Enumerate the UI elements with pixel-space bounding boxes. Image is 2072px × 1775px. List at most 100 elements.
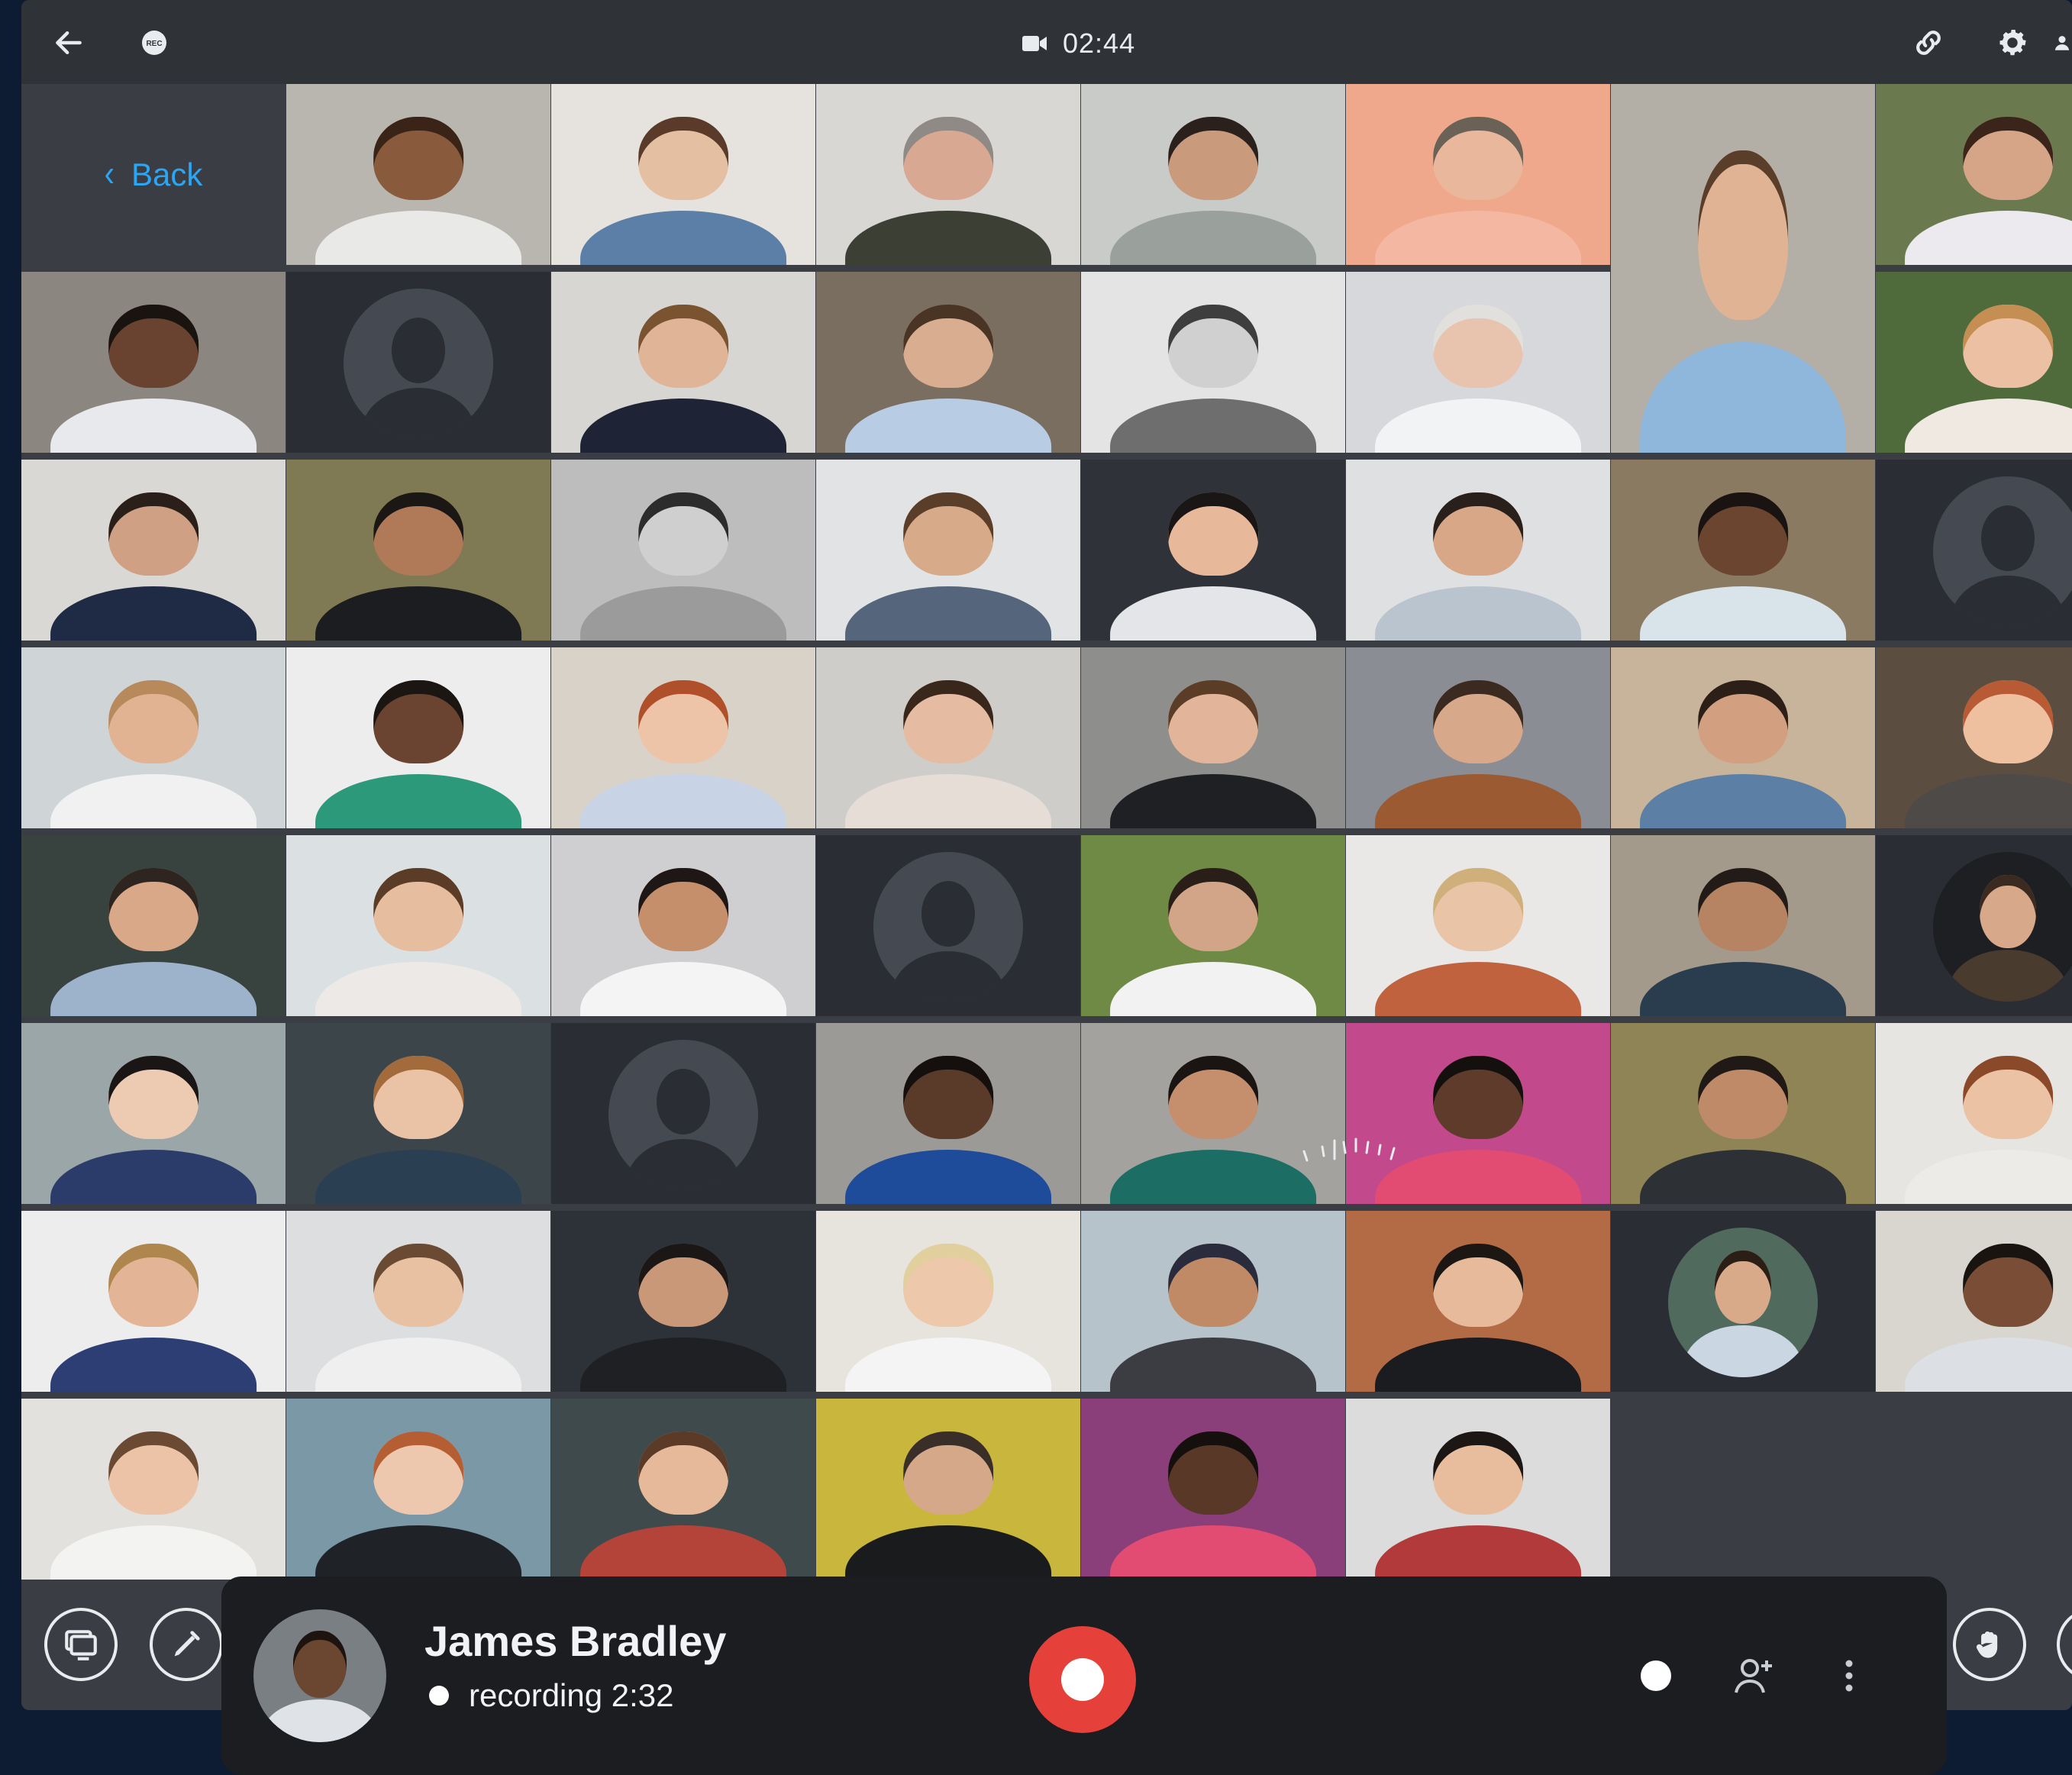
participant-grid: ‹ Back: [21, 84, 2072, 1580]
participant-video-tile[interactable]: [1346, 1211, 1610, 1392]
participant-video-tile[interactable]: [286, 1399, 550, 1580]
back-label: Back: [131, 156, 203, 192]
participant-video-tile[interactable]: [1346, 272, 1610, 453]
participant-video-tile[interactable]: [21, 272, 286, 453]
participant-video-tile[interactable]: [1346, 460, 1610, 641]
user-icon: [2054, 36, 2070, 50]
back-button[interactable]: ‹ Back: [21, 84, 286, 265]
participant-video-tile[interactable]: [21, 835, 286, 1016]
participant-video-tile[interactable]: [816, 1023, 1080, 1204]
participant-video-tile[interactable]: [1081, 835, 1345, 1016]
participant-tile-no-video[interactable]: [286, 272, 550, 453]
participant-video-tile[interactable]: [1081, 647, 1345, 828]
participant-video-tile[interactable]: [1611, 647, 1875, 828]
rec-indicator: REC: [133, 21, 176, 64]
participant-video-tile[interactable]: [1081, 1399, 1345, 1580]
participant-tile-avatar[interactable]: [1611, 1211, 1875, 1392]
participant-video-tile[interactable]: [551, 272, 815, 453]
participant-video-tile[interactable]: [286, 84, 550, 265]
record-icon: [1061, 1658, 1104, 1701]
gear-icon: [1999, 29, 2026, 56]
participant-video-tile[interactable]: [1876, 1211, 2072, 1392]
record-button[interactable]: [1029, 1626, 1136, 1733]
video-call-app: REC 02:44 ‹ Back: [21, 0, 2072, 1710]
participant-video-tile[interactable]: [816, 460, 1080, 641]
participant-tile-avatar[interactable]: [1876, 835, 2072, 1016]
participant-video-tile[interactable]: [1346, 647, 1610, 828]
participant-video-tile[interactable]: [1611, 835, 1875, 1016]
participant-video-tile[interactable]: [1081, 272, 1345, 453]
participant-video-tile[interactable]: [1611, 84, 1875, 453]
screen-share-icon: [65, 1630, 97, 1660]
copy-link-button[interactable]: [1907, 21, 1950, 64]
add-user-button[interactable]: [1732, 1656, 1777, 1696]
participant-video-tile[interactable]: [816, 1211, 1080, 1392]
dot-button[interactable]: [1636, 1656, 1676, 1696]
top-bar: REC 02:44: [21, 0, 2072, 84]
arrow-left-icon: [56, 31, 82, 55]
participant-video-tile[interactable]: [21, 1399, 286, 1580]
participant-video-tile[interactable]: [286, 460, 550, 641]
participant-video-tile[interactable]: [1081, 1023, 1345, 1204]
call-timer: 02:44: [1021, 23, 1135, 64]
participant-video-tile[interactable]: [1081, 460, 1345, 641]
participant-video-tile[interactable]: [816, 272, 1080, 453]
participant-tile-no-video[interactable]: [816, 835, 1080, 1016]
recording-status: recording 2:32: [429, 1677, 674, 1714]
participant-video-tile[interactable]: [551, 835, 815, 1016]
participant-video-tile[interactable]: [21, 1023, 286, 1204]
participant-tile-no-video[interactable]: [1876, 460, 2072, 641]
participant-video-tile[interactable]: [1346, 1399, 1610, 1580]
participant-video-tile[interactable]: [1876, 272, 2072, 453]
participant-video-tile[interactable]: [286, 835, 550, 1016]
participant-video-tile[interactable]: [551, 84, 815, 265]
annotate-button[interactable]: [150, 1608, 223, 1681]
participant-video-tile[interactable]: [286, 1211, 550, 1392]
recorder-name: James Bradley: [424, 1617, 727, 1665]
pen-icon: [174, 1631, 200, 1657]
participant-video-tile[interactable]: [1876, 1023, 2072, 1204]
participant-video-tile[interactable]: [816, 647, 1080, 828]
participant-video-tile[interactable]: [1346, 1023, 1610, 1204]
participant-video-tile[interactable]: [286, 647, 550, 828]
rec-badge-text: REC: [146, 40, 162, 48]
participant-video-tile[interactable]: [1611, 1023, 1875, 1204]
participant-video-tile[interactable]: [1876, 84, 2072, 265]
chat-button[interactable]: [2057, 1608, 2072, 1681]
participant-video-tile[interactable]: [1611, 460, 1875, 641]
more-options-button[interactable]: [1834, 1656, 1864, 1696]
participant-video-tile[interactable]: [551, 1399, 815, 1580]
participant-video-tile[interactable]: [816, 1399, 1080, 1580]
video-camera-icon: [1022, 36, 1047, 51]
avatar-placeholder-icon: [1933, 476, 2072, 626]
participant-video-tile[interactable]: [551, 460, 815, 641]
avatar: [1668, 1228, 1818, 1377]
avatar: [253, 1609, 386, 1742]
participant-video-tile[interactable]: [21, 647, 286, 828]
participant-video-tile[interactable]: [1346, 84, 1610, 265]
back-button-content: ‹ Back: [104, 153, 203, 195]
participant-video-tile[interactable]: [21, 1211, 286, 1392]
link-icon: [1916, 31, 1941, 55]
participant-video-tile[interactable]: [1081, 1211, 1345, 1392]
participant-video-tile[interactable]: [1876, 647, 2072, 828]
participants-button[interactable]: [2052, 21, 2072, 64]
status-dot-icon: [429, 1686, 449, 1706]
back-arrow-button[interactable]: [47, 21, 90, 64]
recording-status-text: recording 2:32: [469, 1677, 674, 1713]
avatar: [1933, 852, 2072, 1002]
screen-share-button[interactable]: [44, 1608, 118, 1681]
rec-icon: REC: [142, 31, 166, 55]
chevron-left-icon: ‹: [104, 153, 115, 195]
avatar-placeholder-icon: [344, 289, 493, 438]
settings-button[interactable]: [1991, 21, 2034, 64]
raise-hand-button[interactable]: [1953, 1608, 2026, 1681]
participant-video-tile[interactable]: [21, 460, 286, 641]
participant-video-tile[interactable]: [551, 647, 815, 828]
participant-video-tile[interactable]: [1346, 835, 1610, 1016]
participant-video-tile[interactable]: [551, 1211, 815, 1392]
participant-tile-no-video[interactable]: [551, 1023, 815, 1204]
participant-video-tile[interactable]: [816, 84, 1080, 265]
participant-video-tile[interactable]: [286, 1023, 550, 1204]
participant-video-tile[interactable]: [1081, 84, 1345, 265]
